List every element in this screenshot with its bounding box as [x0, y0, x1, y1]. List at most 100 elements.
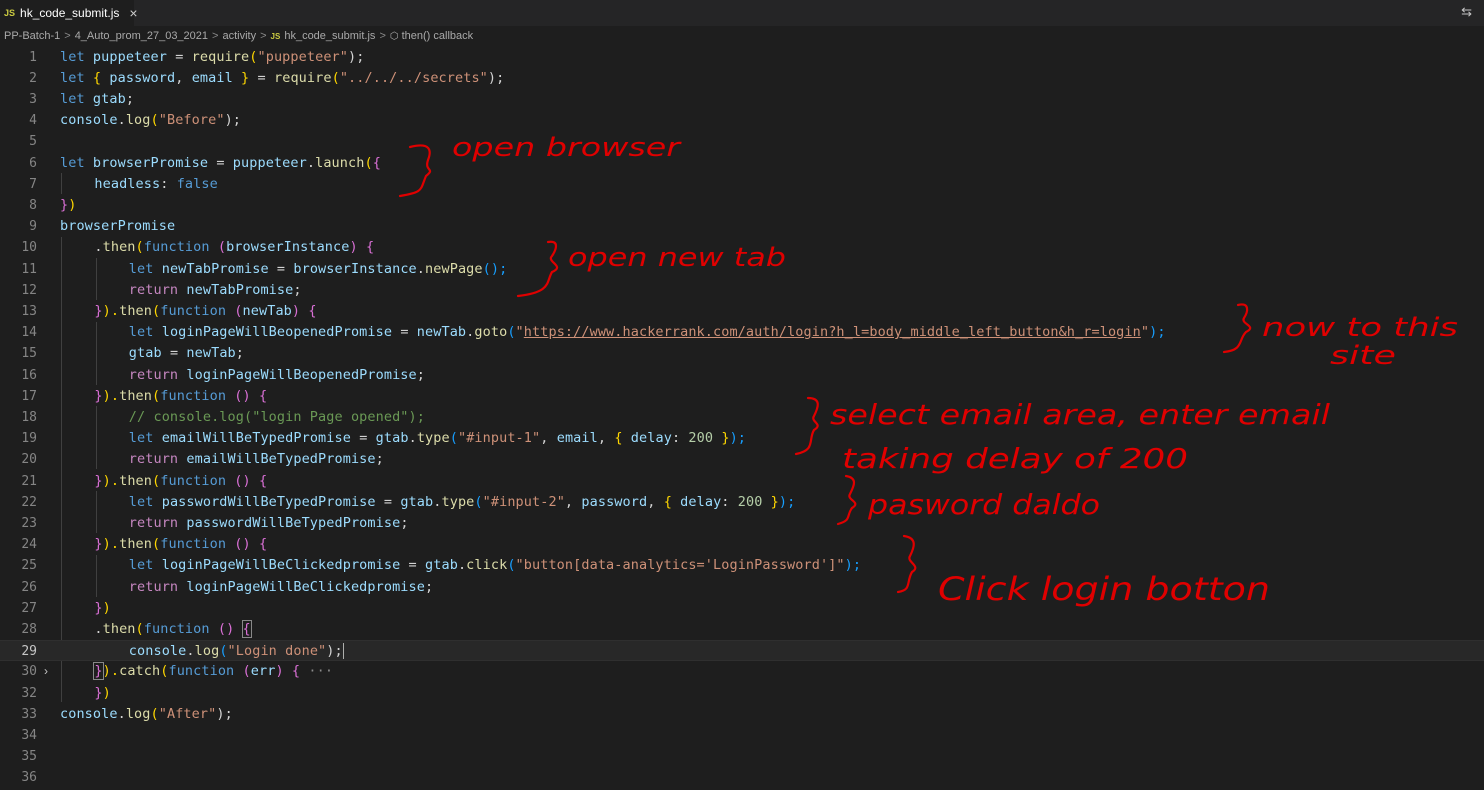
code-line[interactable]: 3 let gtab;	[0, 89, 1484, 110]
code-token: (	[219, 643, 228, 660]
code-token: (	[150, 112, 159, 129]
breadcrumb-item-folder[interactable]: PP-Batch-1	[4, 30, 60, 42]
code-token: browserInstance	[293, 260, 417, 277]
line-number: 23	[21, 515, 37, 531]
line-number: 12	[21, 282, 37, 298]
code-line[interactable]: 20 return emailWillBeTypedPromise;	[0, 449, 1484, 470]
code-editor[interactable]: 1 let puppeteer = require("puppeteer"); 2 l…	[0, 46, 1484, 790]
code-token: click	[466, 557, 508, 574]
code-token: =	[268, 260, 294, 277]
code-line[interactable]: 25 let loginPageWillBeClickedpromise = gt…	[0, 555, 1484, 576]
code-token: ).	[102, 536, 120, 553]
code-line[interactable]: 35	[0, 746, 1484, 767]
line-number: 24	[21, 537, 37, 553]
code-line[interactable]: 4 console.log("Before");	[0, 110, 1484, 131]
code-token: gtab	[375, 430, 409, 447]
code-line[interactable]: 26 return loginPageWillBeClickedpromise;	[0, 577, 1484, 598]
code-line[interactable]: 22 let passwordWillBeTypedPromise = gtab.…	[0, 492, 1484, 513]
code-token: passwordWillBeTypedPromise	[186, 514, 401, 531]
code-line[interactable]: 18 // console.log("login Page opened");	[0, 407, 1484, 428]
code-token: .	[117, 112, 126, 129]
code-line[interactable]: 29 console.log("Login done");	[0, 640, 1484, 662]
code-line[interactable]: 27})	[0, 598, 1484, 619]
code-token: }	[762, 493, 779, 510]
code-token: (	[135, 239, 144, 256]
code-token: (	[249, 48, 258, 65]
code-token: .	[186, 643, 195, 660]
code-token: =	[249, 69, 274, 86]
line-number: 1	[29, 49, 37, 65]
compare-changes-icon[interactable]: ⇆	[1461, 4, 1472, 20]
code-token: }	[60, 196, 69, 213]
code-line[interactable]: 6 let browserPromise = puppeteer.launch({	[0, 153, 1484, 174]
code-line[interactable]: 36	[0, 767, 1484, 788]
code-token: ;	[125, 90, 135, 107]
code-token: .	[306, 154, 316, 171]
code-token: let	[60, 69, 93, 86]
breadcrumb-item-symbol[interactable]: then() callback	[402, 30, 474, 42]
code-line[interactable]: 32})	[0, 683, 1484, 704]
code-line[interactable]: 33 console.log("After");	[0, 704, 1484, 725]
code-line[interactable]: 30 ›}).catch(function (err) { ···	[0, 661, 1484, 682]
code-token: delay	[630, 430, 672, 447]
code-text: }).then(function (newTab) {	[94, 301, 316, 322]
fold-chevron-icon[interactable]: ›	[44, 661, 48, 682]
code-text: let newTabPromise = browserInstance.newP…	[129, 259, 508, 280]
code-line[interactable]: 14 let loginPageWillBeopenedPromise = new…	[0, 322, 1484, 343]
code-line[interactable]: 5	[0, 131, 1484, 152]
code-line[interactable]: 34	[0, 725, 1484, 746]
close-icon[interactable]: ×	[129, 5, 137, 21]
code-line[interactable]: 10 .then(function (browserInstance) {	[0, 237, 1484, 258]
code-token: err	[250, 663, 276, 680]
code-token: return	[128, 451, 187, 468]
code-text: .then(function (browserInstance) {	[94, 237, 374, 258]
code-line[interactable]: 7 headless: false	[0, 174, 1484, 195]
code-token: {	[308, 302, 317, 319]
breadcrumb-item-file[interactable]: hk_code_submit.js	[284, 30, 375, 42]
code-line[interactable]: 24}).then(function () {	[0, 534, 1484, 555]
code-token: puppeteer	[92, 48, 167, 65]
line-number: 3	[29, 91, 37, 107]
code-token: loginPageWillBeopenedPromise	[161, 324, 393, 341]
breadcrumb-item-folder[interactable]: activity	[222, 30, 256, 42]
line-number: 6	[29, 155, 37, 171]
code-line[interactable]: 23 return passwordWillBeTypedPromise;	[0, 513, 1484, 534]
code-token: puppeteer	[232, 154, 307, 171]
code-token: {	[259, 472, 268, 489]
code-line[interactable]: 19 let emailWillBeTypedPromise = gtab.typ…	[0, 428, 1484, 449]
line-number: 21	[21, 473, 37, 489]
chevron-right-icon: >	[64, 30, 71, 42]
code-token: then	[119, 536, 153, 553]
code-token: {	[663, 493, 681, 510]
code-token: ;	[416, 366, 425, 383]
code-token: );	[326, 643, 343, 660]
code-line[interactable]: 28 .then(function () {	[0, 619, 1484, 640]
code-line[interactable]: 15 gtab = newTab;	[0, 343, 1484, 364]
code-token: newTab	[186, 345, 236, 362]
code-token: (	[152, 472, 161, 489]
code-token: then	[119, 302, 153, 319]
code-text: }).then(function () {	[94, 471, 267, 492]
code-token: goto	[474, 324, 508, 341]
code-token: }	[94, 472, 103, 489]
code-token: ).	[102, 663, 120, 680]
line-number: 35	[21, 749, 37, 765]
code-token: ()	[226, 536, 259, 553]
code-line[interactable]: 2 let { password, email } = require("../.…	[0, 68, 1484, 89]
code-line[interactable]: 1 let puppeteer = require("puppeteer");	[0, 47, 1484, 68]
code-line[interactable]: 13}).then(function (newTab) {	[0, 301, 1484, 322]
code-text: browserPromise	[60, 216, 175, 237]
code-line[interactable]: 21 }).then(function () {	[0, 471, 1484, 492]
tab-hk-code-submit[interactable]: JS hk_code_submit.js ×	[0, 0, 138, 26]
code-line[interactable]: 11 let newTabPromise = browserInstance.ne…	[0, 259, 1484, 280]
code-text: let browserPromise = puppeteer.launch({	[60, 153, 381, 174]
code-line[interactable]: 8})	[0, 195, 1484, 216]
code-line[interactable]: 16 return loginPageWillBeopenedPromise;	[0, 365, 1484, 386]
code-line[interactable]: 17}).then(function () {	[0, 386, 1484, 407]
code-token: )	[102, 684, 111, 701]
code-token: ···	[300, 663, 334, 680]
code-line[interactable]: 12 return newTabPromise;	[0, 280, 1484, 301]
code-token: let	[60, 90, 93, 107]
code-line[interactable]: 9 browserPromise	[0, 216, 1484, 237]
breadcrumb-item-folder[interactable]: 4_Auto_prom_27_03_2021	[75, 30, 208, 42]
